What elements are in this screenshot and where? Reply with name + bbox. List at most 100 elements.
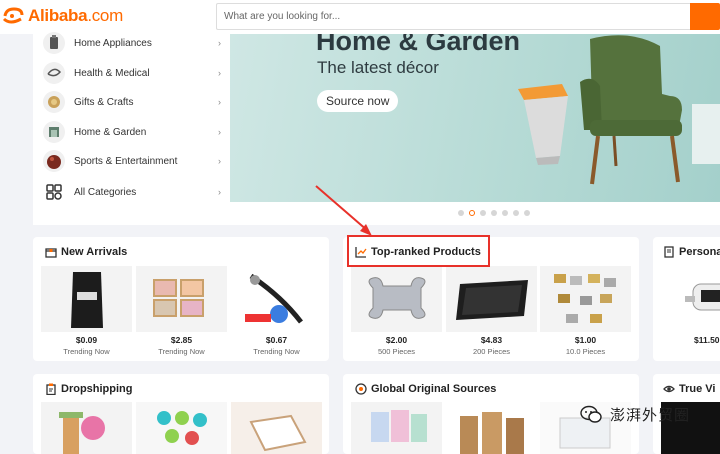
search-box <box>216 3 692 30</box>
alibaba-logo-icon <box>2 7 24 24</box>
card-title: True Vi <box>663 383 715 395</box>
product-image <box>231 402 322 454</box>
carousel-dot[interactable] <box>491 210 497 216</box>
clipboard-icon <box>46 383 56 395</box>
product-image <box>136 402 227 454</box>
search-button[interactable] <box>690 3 720 30</box>
product-image <box>661 266 720 332</box>
product-price: $2.00 <box>385 335 408 345</box>
wechat-watermark: 澎湃外贸圈 <box>580 404 690 425</box>
category-label: Gifts & Crafts <box>74 96 134 108</box>
armchair-planter-image <box>518 35 720 185</box>
category-item-home-appliances[interactable]: Home Appliances › <box>43 31 228 55</box>
product-price: $11.50 <box>694 335 720 345</box>
carousel-dot[interactable] <box>513 210 519 216</box>
carousel-dot[interactable] <box>502 210 508 216</box>
product-image <box>136 266 227 332</box>
grid-icon <box>43 181 65 203</box>
logo-text: Alibaba <box>28 6 88 25</box>
logo-suffix: .com <box>87 6 123 25</box>
appliance-icon <box>43 32 65 54</box>
sports-icon <box>43 150 65 172</box>
carousel-dot[interactable] <box>524 210 530 216</box>
category-label: Health & Medical <box>74 67 150 79</box>
banner-title: Home & Garden <box>316 34 521 56</box>
box-icon <box>45 248 57 258</box>
card-title: Global Original Sources <box>355 383 496 395</box>
product-price: $2.85 <box>170 335 193 345</box>
product-item[interactable] <box>231 402 322 454</box>
header: Alibaba.com <box>0 0 720 34</box>
card-title-text: New Arrivals <box>61 246 128 258</box>
card-title: Personal <box>663 246 720 258</box>
product-image <box>446 402 537 454</box>
new-arrivals-card[interactable]: New Arrivals $0.09 Trending Now $2.85 Tr… <box>33 237 329 361</box>
category-item-all[interactable]: All Categories › <box>43 180 228 204</box>
product-image <box>351 266 442 332</box>
product-item[interactable]: $0.09 Trending Now <box>41 266 132 356</box>
category-label: Home & Garden <box>74 126 147 138</box>
category-label: Sports & Entertainment <box>74 155 178 167</box>
product-price: $0.67 <box>265 335 288 345</box>
personal-card[interactable]: Personal $11.50 <box>653 237 720 361</box>
product-item[interactable]: $2.85 Trending Now <box>136 266 227 356</box>
product-item[interactable]: $2.00 500 Pieces <box>351 266 442 356</box>
product-item[interactable] <box>446 402 537 454</box>
chevron-right-icon: › <box>218 187 221 197</box>
product-tag: 200 Pieces <box>472 347 511 356</box>
card-title: Dropshipping <box>45 383 133 395</box>
banner-subtitle: The latest décor <box>317 58 439 77</box>
annotation-highlight-box <box>347 235 490 267</box>
carousel-dot-active[interactable] <box>469 210 475 216</box>
product-image <box>351 402 442 454</box>
category-label: Home Appliances <box>74 37 152 49</box>
product-tag: Trending Now <box>63 347 110 356</box>
chevron-right-icon: › <box>218 127 221 137</box>
product-price: $4.83 <box>480 335 503 345</box>
category-item-gifts-crafts[interactable]: Gifts & Crafts › <box>43 90 228 114</box>
dropshipping-card[interactable]: Dropshipping <box>33 374 329 454</box>
carousel-dots <box>458 210 530 216</box>
product-price: $0.09 <box>75 335 98 345</box>
globe-icon <box>355 383 367 395</box>
alibaba-logo[interactable]: Alibaba.com <box>2 6 123 26</box>
product-tag: 10.0 Pieces <box>565 347 606 356</box>
source-now-button[interactable]: Source now <box>317 90 399 112</box>
product-item[interactable]: $4.83 200 Pieces <box>446 266 537 356</box>
health-icon <box>43 62 65 84</box>
chevron-right-icon: › <box>218 68 221 78</box>
product-item[interactable] <box>136 402 227 454</box>
category-item-health-medical[interactable]: Health & Medical › <box>43 61 228 85</box>
product-item[interactable] <box>351 402 442 454</box>
card-title: New Arrivals <box>45 246 127 258</box>
product-item[interactable]: $1.00 10.0 Pieces <box>540 266 631 356</box>
category-item-sports-entertainment[interactable]: Sports & Entertainment › <box>43 149 228 173</box>
carousel-dot[interactable] <box>458 210 464 216</box>
gift-icon <box>43 91 65 113</box>
product-item[interactable]: $0.67 Trending Now <box>231 266 322 356</box>
hero-banner[interactable]: Home & Garden The latest décor Source no… <box>230 34 720 202</box>
category-item-home-garden[interactable]: Home & Garden › <box>43 120 228 144</box>
eye-icon <box>663 385 675 393</box>
product-item[interactable]: $11.50 <box>661 266 720 345</box>
chevron-right-icon: › <box>218 156 221 166</box>
chevron-right-icon: › <box>218 38 221 48</box>
product-tag: Trending Now <box>158 347 205 356</box>
watermark-text: 澎湃外贸圈 <box>610 407 691 424</box>
card-title-text: Personal <box>679 246 720 258</box>
category-label: All Categories <box>74 186 137 198</box>
card-title-text: True Vi <box>679 383 716 395</box>
search-input[interactable] <box>217 4 692 29</box>
product-image <box>41 402 132 454</box>
device-icon <box>664 246 674 258</box>
product-tag: 500 Pieces <box>377 347 416 356</box>
carousel-dot[interactable] <box>480 210 486 216</box>
product-item[interactable] <box>41 402 132 454</box>
card-title-text: Dropshipping <box>61 383 133 395</box>
product-image <box>41 266 132 332</box>
product-image <box>231 266 322 332</box>
product-image <box>446 266 537 332</box>
wechat-icon <box>580 405 602 423</box>
chevron-right-icon: › <box>218 97 221 107</box>
product-tag: Trending Now <box>253 347 300 356</box>
